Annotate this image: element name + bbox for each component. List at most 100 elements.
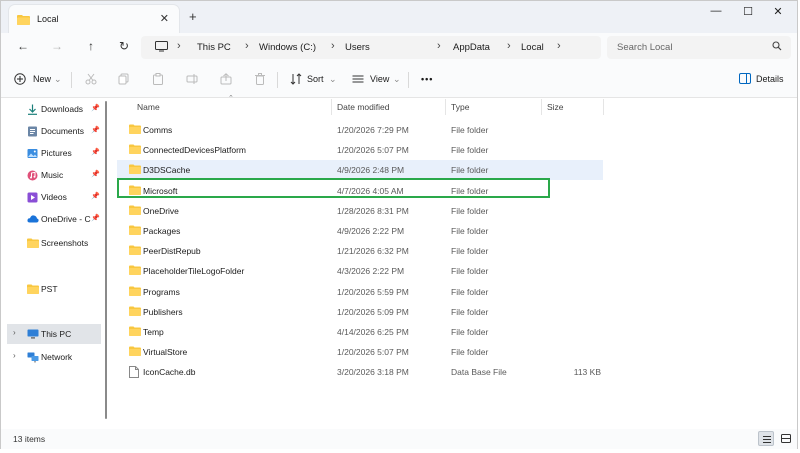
sidebar-item-downloads[interactable]: Downloads 📌 <box>1 99 105 119</box>
up-button[interactable]: ↑ <box>81 39 101 53</box>
breadcrumb-local[interactable]: Local <box>521 42 544 53</box>
navigation-pane: Downloads 📌 Documents 📌 Pictures 📌 Music… <box>1 97 107 429</box>
status-bar: 13 items <box>1 429 797 449</box>
row-name: Publishers <box>143 306 183 317</box>
delete-icon[interactable] <box>254 73 266 87</box>
minimize-button[interactable]: — <box>705 5 727 17</box>
table-row[interactable]: Programs 1/20/2026 5:59 PM File folder <box>117 282 603 302</box>
column-header-size[interactable]: Size <box>547 102 564 112</box>
sidebar-scrollbar[interactable] <box>105 101 107 419</box>
row-name: IconCache.db <box>143 367 196 378</box>
video-icon <box>27 192 38 205</box>
row-name: OneDrive <box>143 205 179 216</box>
table-row[interactable]: Publishers 1/20/2026 5:09 PM File folder <box>117 302 603 322</box>
column-header-type[interactable]: Type <box>451 102 469 112</box>
row-date: 1/20/2026 5:09 PM <box>337 306 409 317</box>
row-date: 1/21/2026 6:32 PM <box>337 246 409 257</box>
details-view-button[interactable] <box>758 431 774 446</box>
row-size: 113 KB <box>573 367 601 378</box>
row-date: 4/9/2026 2:48 PM <box>337 165 405 176</box>
row-type: File folder <box>451 165 489 176</box>
folder-icon <box>17 14 30 27</box>
paste-icon[interactable] <box>152 73 164 87</box>
close-window-button[interactable]: ✕ <box>767 5 789 18</box>
row-date: 4/9/2026 2:22 PM <box>337 226 405 236</box>
pin-icon: 📌 <box>91 171 100 178</box>
tab-local[interactable]: Local ✕ <box>9 5 179 33</box>
folder-icon <box>27 284 39 296</box>
row-date: 1/20/2026 7:29 PM <box>337 125 409 135</box>
sidebar-item-music[interactable]: Music 📌 <box>1 165 105 185</box>
column-separator[interactable] <box>603 99 604 115</box>
rename-icon[interactable] <box>186 73 198 87</box>
sidebar-item-onedrive[interactable]: OneDrive - C 📌 <box>1 209 105 229</box>
row-name: PeerDistRepub <box>143 246 201 257</box>
table-row[interactable]: VirtualStore 1/20/2026 5:07 PM File folder <box>117 342 603 362</box>
sidebar-item-documents[interactable]: Documents 📌 <box>1 121 105 141</box>
table-row[interactable]: ConnectedDevicesPlatform 1/20/2026 5:07 P… <box>117 140 603 160</box>
share-icon[interactable] <box>220 73 232 87</box>
column-separator[interactable] <box>331 99 332 115</box>
breadcrumb-windows-c[interactable]: Windows (C:) <box>259 42 316 53</box>
sidebar-item-network[interactable]: › Network <box>1 347 105 367</box>
copy-icon[interactable] <box>118 73 130 87</box>
column-header-date[interactable]: Date modified <box>337 102 389 112</box>
row-date: 3/20/2026 3:18 PM <box>337 367 409 378</box>
chevron-right-icon[interactable]: › <box>13 328 16 337</box>
more-options-button[interactable]: ••• <box>421 74 433 84</box>
view-button[interactable]: View <box>370 74 389 84</box>
search-placeholder: Search Local <box>617 42 673 53</box>
highlight-box <box>117 178 550 198</box>
tiles-view-icon <box>781 434 791 443</box>
table-row[interactable]: Packages 4/9/2026 2:22 PM File folder <box>117 221 603 241</box>
row-date: 1/28/2026 8:31 PM <box>337 205 409 216</box>
table-row[interactable]: PeerDistRepub 1/21/2026 6:32 PM File folde… <box>117 241 603 261</box>
item-count: 13 items <box>13 434 46 444</box>
chevron-right-icon[interactable]: › <box>13 351 16 360</box>
sidebar-item-videos[interactable]: Videos 📌 <box>1 187 105 207</box>
row-name: ConnectedDevicesPlatform <box>143 145 246 156</box>
sidebar-item-pst[interactable]: PST <box>1 279 105 299</box>
tiles-view-button[interactable] <box>778 431 794 446</box>
folder-icon <box>129 245 141 257</box>
folder-icon <box>129 346 141 358</box>
search-input[interactable]: Search Local <box>607 36 791 59</box>
new-tab-button[interactable]: + <box>189 9 197 24</box>
table-row[interactable]: Temp 4/14/2026 6:25 PM File folder <box>117 322 603 342</box>
details-button[interactable]: Details <box>756 74 784 84</box>
refresh-button[interactable]: ↻ <box>114 39 134 53</box>
table-row[interactable]: PlaceholderTileLogoFolder 4/3/2026 2:22 P… <box>117 261 603 281</box>
close-tab-icon[interactable]: ✕ <box>160 12 169 25</box>
cut-icon[interactable] <box>85 73 97 87</box>
address-bar: ← → ↑ ↻ › This PC › Windows (C:) › Users… <box>1 33 797 63</box>
row-type: File folder <box>451 246 489 257</box>
breadcrumb-users[interactable]: Users <box>345 42 370 53</box>
forward-button[interactable]: → <box>47 39 67 53</box>
chevron-right-icon: › <box>331 40 335 52</box>
breadcrumb-appdata[interactable]: AppData <box>453 42 490 53</box>
sidebar-item-this-pc[interactable]: › This PC <box>7 324 101 344</box>
column-separator[interactable] <box>445 99 446 115</box>
folder-icon <box>129 306 141 318</box>
table-row[interactable]: IconCache.db 3/20/2026 3:18 PM Data Base F… <box>117 362 603 382</box>
table-row[interactable]: Comms 1/20/2026 7:29 PM File folder <box>117 120 603 140</box>
new-button[interactable]: New <box>33 74 51 84</box>
row-name: Programs <box>143 286 180 297</box>
tab-title: Local <box>37 14 59 24</box>
maximize-button[interactable]: ☐ <box>737 5 759 18</box>
column-header-name[interactable]: Name <box>137 102 160 112</box>
breadcrumb-this-pc[interactable]: This PC <box>197 42 231 53</box>
row-date: 1/20/2026 5:59 PM <box>337 286 409 297</box>
table-row[interactable]: OneDrive 1/28/2026 8:31 PM File folder <box>117 201 603 221</box>
details-pane-icon <box>739 73 751 86</box>
back-button[interactable]: ← <box>13 39 33 53</box>
sidebar-item-screenshots[interactable]: Screenshots <box>1 233 105 253</box>
file-list: ⌃ Name Date modified Type Size Comms 1/20… <box>113 95 799 429</box>
sort-button[interactable]: Sort <box>307 74 324 84</box>
list-view-icon <box>763 436 771 443</box>
music-icon <box>27 170 38 183</box>
chevron-right-icon: › <box>507 40 511 52</box>
sidebar-item-pictures[interactable]: Pictures 📌 <box>1 143 105 163</box>
column-separator[interactable] <box>541 99 542 115</box>
breadcrumb[interactable]: › This PC › Windows (C:) › Users › AppDa… <box>141 36 601 59</box>
